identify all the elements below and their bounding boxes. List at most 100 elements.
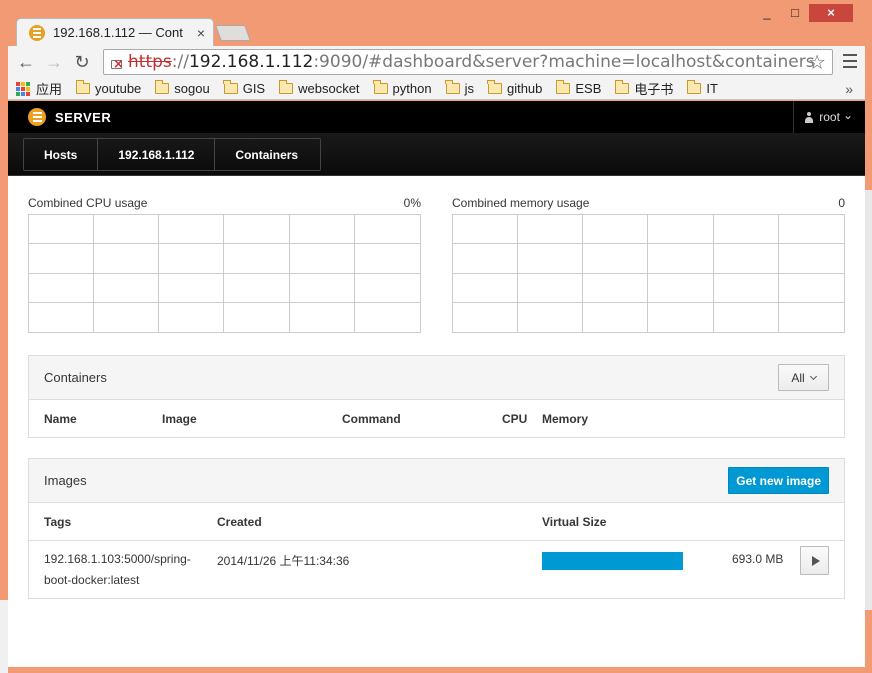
bookmark-apps[interactable]: 应用	[16, 79, 62, 98]
tab-close-icon[interactable]: ×	[197, 25, 205, 41]
browser-window: _ □ × 192.168.1.112 — Cont × ← → ↻ × htt…	[8, 0, 865, 667]
url-scheme: https	[128, 52, 172, 72]
graph-cell	[648, 215, 714, 245]
graph-cell	[648, 273, 714, 303]
desktop-strip-left	[0, 600, 8, 673]
images-panel: Images Get new image Tags Created Virtua…	[28, 458, 845, 599]
folder-icon	[154, 80, 170, 94]
folder-icon	[75, 80, 91, 94]
graph-cell	[29, 273, 95, 303]
url-path: :9090/#dashboard&server?machine=localhos…	[313, 52, 815, 72]
graph-cell	[778, 274, 844, 303]
graph-cell	[29, 302, 95, 332]
folder-icon	[223, 80, 238, 94]
breadcrumb-host[interactable]: 192.168.1.112	[98, 139, 216, 170]
memory-usage-label: Combined memory usage	[452, 196, 590, 210]
forward-button[interactable]: →	[40, 52, 68, 73]
graph-cell	[290, 302, 355, 332]
bookmark-folder-2[interactable]: GIS	[223, 79, 266, 98]
folder-icon	[487, 80, 502, 94]
column-name[interactable]: Name	[44, 412, 77, 426]
table-row[interactable]: 192.168.1.103:5000/spring- boot-docker:l…	[29, 540, 844, 598]
image-size: 693.0 MB	[732, 552, 784, 566]
bookmark-folder-7[interactable]: ESB	[555, 79, 602, 98]
breadcrumb-bar: Hosts 192.168.1.112 Containers	[8, 133, 865, 176]
bookmarks-overflow-icon[interactable]: »	[845, 81, 853, 97]
graph-cell	[453, 244, 519, 274]
bookmark-folder-6[interactable]: github	[487, 79, 543, 98]
reload-button[interactable]: ↻	[68, 52, 96, 73]
column-tags[interactable]: Tags	[44, 515, 71, 529]
graph-cell	[224, 302, 290, 332]
graph-cell	[289, 273, 355, 303]
maximize-button[interactable]: □	[781, 4, 809, 22]
apps-grid-icon	[16, 81, 30, 96]
column-virtual-size[interactable]: Virtual Size	[542, 515, 606, 529]
column-image[interactable]: Image	[162, 412, 197, 426]
browser-menu-icon[interactable]	[843, 54, 857, 68]
bookmark-label: sogou	[174, 81, 210, 96]
images-table-header: Tags Created Virtual Size	[29, 503, 844, 540]
bookmark-folder-8[interactable]: 电子书	[614, 79, 673, 98]
bookmark-label: ESB	[575, 81, 602, 96]
graph-cell	[354, 215, 420, 245]
browser-tab[interactable]: 192.168.1.112 — Cont ×	[16, 18, 214, 46]
graph-cell	[354, 274, 420, 303]
folder-icon	[686, 80, 702, 94]
graph-cell	[159, 273, 225, 303]
cpu-usage-label: Combined CPU usage	[28, 196, 148, 210]
graph-cell	[29, 215, 95, 245]
folder-icon	[614, 80, 630, 94]
graph-cell	[583, 244, 649, 274]
containers-filter-select[interactable]: All	[778, 364, 829, 391]
column-command[interactable]: Command	[342, 412, 401, 426]
get-new-image-button[interactable]: Get new image	[728, 467, 829, 494]
run-image-button[interactable]	[800, 546, 829, 575]
back-button[interactable]: ←	[12, 52, 40, 73]
graph-cell	[355, 303, 420, 332]
graph-cell	[713, 273, 779, 303]
breadcrumb-hosts[interactable]: Hosts	[24, 139, 99, 170]
graph-cell	[159, 244, 225, 274]
close-window-button[interactable]: ×	[809, 4, 853, 22]
user-menu[interactable]: root ⌄	[793, 101, 853, 133]
breadcrumb-containers[interactable]: Containers	[215, 139, 320, 170]
address-bar[interactable]: × https://192.168.1.112:9090/#dashboard&…	[103, 49, 833, 75]
graph-cell	[714, 302, 779, 332]
cpu-usage-graph	[28, 214, 421, 333]
graph-cell	[778, 244, 844, 274]
url-host: 192.168.1.112	[188, 52, 314, 72]
bookmark-label: github	[506, 81, 543, 96]
minimize-button[interactable]: _	[753, 4, 781, 22]
graph-cell	[453, 302, 519, 332]
bookmark-folder-0[interactable]: youtube	[75, 79, 142, 98]
graph-cell	[94, 215, 160, 245]
graph-cell	[224, 215, 290, 245]
new-tab-button[interactable]	[215, 25, 251, 41]
column-cpu[interactable]: CPU	[502, 412, 527, 426]
column-memory[interactable]: Memory	[542, 412, 588, 426]
insecure-lock-icon[interactable]: ×	[110, 55, 124, 72]
window-controls: _ □ ×	[753, 4, 853, 22]
image-created: 2014/11/26 上午11:34:36	[217, 554, 350, 568]
graph-cell	[289, 244, 355, 274]
desktop-strip-right	[864, 190, 872, 610]
graph-cell	[94, 302, 160, 332]
user-name: root	[819, 110, 840, 124]
bookmark-label: GIS	[242, 81, 266, 96]
brand-name: SERVER	[55, 109, 112, 125]
images-title: Images	[44, 473, 87, 488]
bookmark-folder-5[interactable]: js	[445, 79, 474, 98]
graph-cell	[648, 244, 714, 274]
bookmark-folder-3[interactable]: websocket	[278, 79, 360, 98]
bookmark-star-icon[interactable]: ☆	[808, 50, 826, 74]
bookmark-label: youtube	[95, 81, 142, 96]
url-separator: ://	[171, 52, 189, 72]
graph-cell	[583, 215, 649, 245]
graph-cell	[354, 244, 420, 274]
bookmark-folder-4[interactable]: python	[373, 79, 432, 98]
bookmark-folder-1[interactable]: sogou	[154, 79, 210, 98]
graph-cell	[518, 273, 584, 303]
column-created[interactable]: Created	[217, 515, 262, 529]
bookmark-folder-9[interactable]: IT	[686, 79, 718, 98]
